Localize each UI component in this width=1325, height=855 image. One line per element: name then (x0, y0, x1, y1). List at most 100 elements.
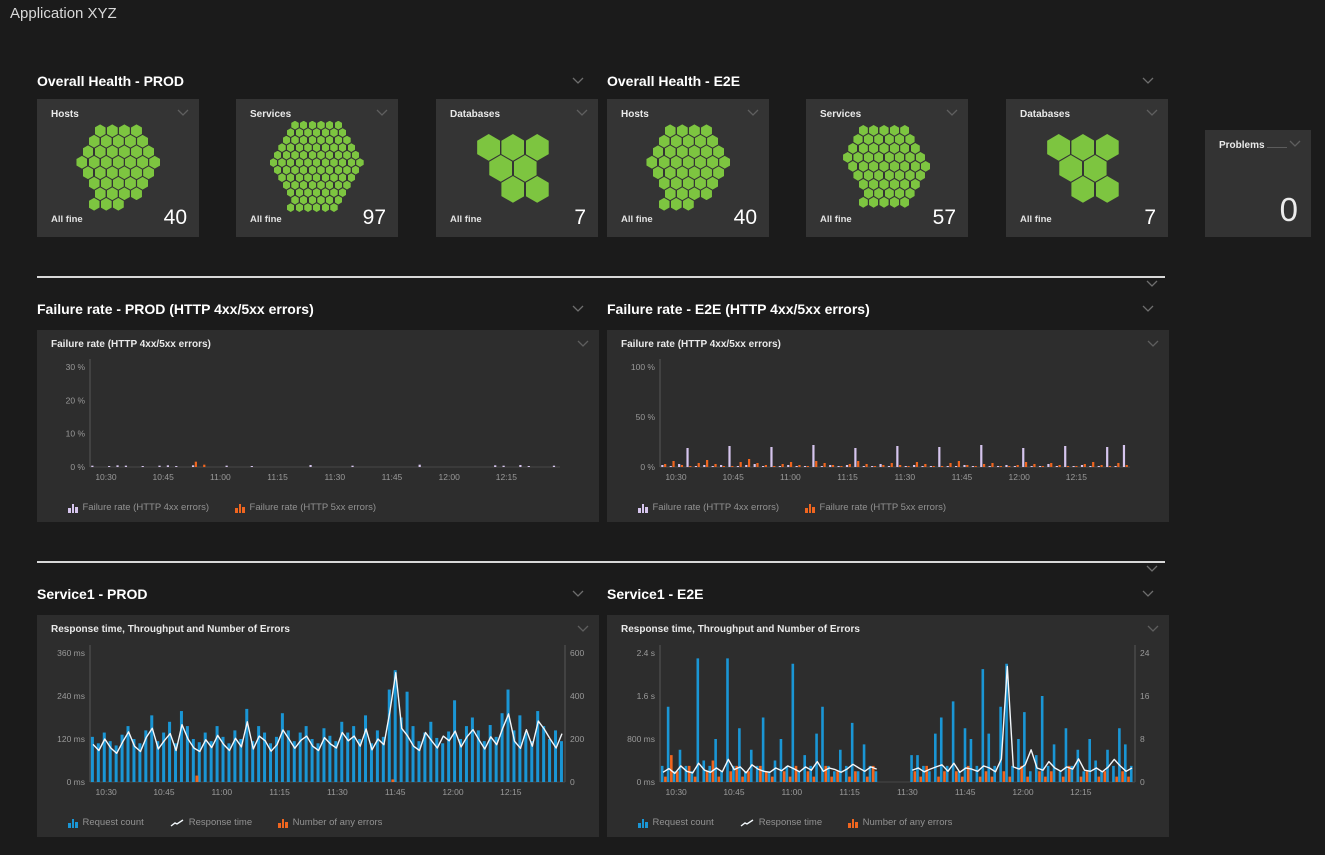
bar-series-icon (235, 503, 245, 513)
chart-tile-failure-e2e[interactable]: Failure rate (HTTP 4xx/5xx errors) 100 %… (607, 330, 1169, 522)
legend-item: Failure rate (HTTP 5xx errors) (235, 502, 376, 513)
chart-canvas[interactable]: 100 %50 %0 %10:3010:4511:0011:1511:3011:… (607, 330, 1169, 522)
line-series-icon (740, 819, 754, 827)
bar-series-icon (805, 503, 815, 513)
bar-series-icon (68, 818, 78, 828)
health-tile-databases-prod[interactable]: Databases All fine 7 (436, 99, 598, 237)
section-header-service-prod: Service1 - PROD (37, 586, 598, 606)
tile-title: Databases (450, 109, 500, 120)
chevron-down-icon[interactable] (1289, 140, 1301, 147)
section-title: Overall Health - E2E (607, 73, 740, 89)
svg-text:800 ms: 800 ms (627, 734, 655, 744)
section-title: Service1 - PROD (37, 586, 148, 602)
health-tile-services-prod[interactable]: Services All fine 97 (236, 99, 398, 237)
chart-canvas[interactable]: 360 ms240 ms120 ms0 ms600400200010:3010:… (37, 615, 599, 837)
chevron-down-icon[interactable] (1142, 590, 1154, 597)
svg-text:10 %: 10 % (66, 429, 86, 439)
status-label: All fine (621, 214, 653, 225)
chevron-down-icon[interactable] (376, 109, 388, 116)
svg-text:10:30: 10:30 (665, 472, 687, 482)
legend-label: Failure rate (HTTP 4xx errors) (83, 502, 210, 513)
legend-item: Response time (170, 817, 252, 828)
health-tile-hosts-e2e[interactable]: Hosts All fine 40 (607, 99, 769, 237)
chevron-down-icon[interactable] (572, 590, 584, 597)
svg-text:200: 200 (570, 734, 584, 744)
chevron-down-icon[interactable] (1146, 565, 1158, 572)
section-header-health-prod: Overall Health - PROD (37, 73, 598, 93)
hexagon-cluster (436, 121, 598, 211)
svg-text:11:45: 11:45 (955, 787, 976, 797)
svg-text:50 %: 50 % (636, 412, 656, 422)
health-tile-databases-e2e[interactable]: Databases All fine 7 (1006, 99, 1168, 237)
health-tile-services-e2e[interactable]: Services All fine 57 (806, 99, 968, 237)
chevron-down-icon[interactable] (946, 109, 958, 116)
tile-title: Problems (1219, 140, 1265, 151)
legend-item: Number of any errors (848, 817, 952, 828)
chart-tile-service-prod[interactable]: Response time, Throughput and Number of … (37, 615, 599, 837)
svg-text:10:45: 10:45 (153, 472, 175, 482)
chevron-down-icon[interactable] (1146, 280, 1158, 287)
section-header-failure-prod: Failure rate - PROD (HTTP 4xx/5xx errors… (37, 301, 598, 321)
svg-text:30 %: 30 % (66, 362, 86, 372)
health-tile-hosts-prod[interactable]: Hosts All fine 40 (37, 99, 199, 237)
chart-canvas[interactable]: 2.4 s1.6 s800 ms0 ms24168010:3010:4511:0… (607, 615, 1169, 837)
svg-text:11:00: 11:00 (780, 472, 801, 482)
chart-legend: Failure rate (HTTP 4xx errors) Failure r… (638, 502, 946, 513)
tile-title: Services (250, 109, 291, 120)
count-value: 7 (574, 206, 586, 230)
legend-item: Request count (68, 817, 144, 828)
svg-text:600: 600 (570, 648, 584, 658)
svg-text:0 %: 0 % (70, 462, 85, 472)
section-header-service-e2e: Service1 - E2E (607, 586, 1168, 606)
chart-legend: Failure rate (HTTP 4xx errors) Failure r… (68, 502, 376, 513)
bar-series-icon (278, 818, 288, 828)
problems-tile[interactable]: Problems 0 (1205, 130, 1311, 237)
legend-label: Response time (759, 817, 822, 828)
chart-tile-service-e2e[interactable]: Response time, Throughput and Number of … (607, 615, 1169, 837)
svg-text:11:15: 11:15 (269, 787, 290, 797)
section-header-health-e2e: Overall Health - E2E (607, 73, 1168, 93)
problems-count: 0 (1280, 191, 1298, 229)
svg-text:11:45: 11:45 (382, 472, 403, 482)
legend-item: Failure rate (HTTP 4xx errors) (68, 502, 209, 513)
count-value: 7 (1144, 206, 1156, 230)
chevron-down-icon[interactable] (747, 109, 759, 116)
chevron-down-icon[interactable] (572, 77, 584, 84)
svg-text:400: 400 (570, 691, 584, 701)
svg-text:100 %: 100 % (631, 362, 656, 372)
svg-text:0 ms: 0 ms (637, 777, 655, 787)
svg-text:12:00: 12:00 (1009, 472, 1031, 482)
status-label: All fine (51, 214, 83, 225)
svg-text:12:00: 12:00 (439, 472, 461, 482)
legend-label: Failure rate (HTTP 5xx errors) (820, 502, 947, 513)
tile-title: Databases (1020, 109, 1070, 120)
svg-text:10:30: 10:30 (666, 787, 688, 797)
chevron-down-icon[interactable] (576, 109, 588, 116)
svg-text:12:15: 12:15 (1066, 472, 1088, 482)
svg-text:11:30: 11:30 (894, 472, 915, 482)
legend-label: Request count (653, 817, 714, 828)
svg-text:10:30: 10:30 (95, 472, 117, 482)
section-title: Failure rate - E2E (HTTP 4xx/5xx errors) (607, 301, 870, 317)
status-label: All fine (250, 214, 282, 225)
svg-text:11:00: 11:00 (210, 472, 231, 482)
svg-text:11:30: 11:30 (324, 472, 345, 482)
svg-text:11:30: 11:30 (327, 787, 348, 797)
chart-canvas[interactable]: 30 %20 %10 %0 %10:3010:4511:0011:1511:30… (37, 330, 599, 522)
chevron-down-icon[interactable] (177, 109, 189, 116)
svg-text:11:00: 11:00 (781, 787, 802, 797)
svg-text:0: 0 (1140, 777, 1145, 787)
count-value: 40 (734, 206, 757, 230)
bar-series-icon (638, 503, 648, 513)
hexagon-cluster (607, 121, 769, 211)
chart-tile-failure-prod[interactable]: Failure rate (HTTP 4xx/5xx errors) 30 %2… (37, 330, 599, 522)
chevron-down-icon[interactable] (1146, 109, 1158, 116)
chevron-down-icon[interactable] (1142, 77, 1154, 84)
legend-item: Response time (740, 817, 822, 828)
chevron-down-icon[interactable] (572, 305, 584, 312)
section-divider (37, 561, 1165, 563)
chevron-down-icon[interactable] (1142, 305, 1154, 312)
hexagon-cluster (37, 121, 199, 211)
svg-text:11:15: 11:15 (839, 787, 860, 797)
bar-series-icon (68, 503, 78, 513)
